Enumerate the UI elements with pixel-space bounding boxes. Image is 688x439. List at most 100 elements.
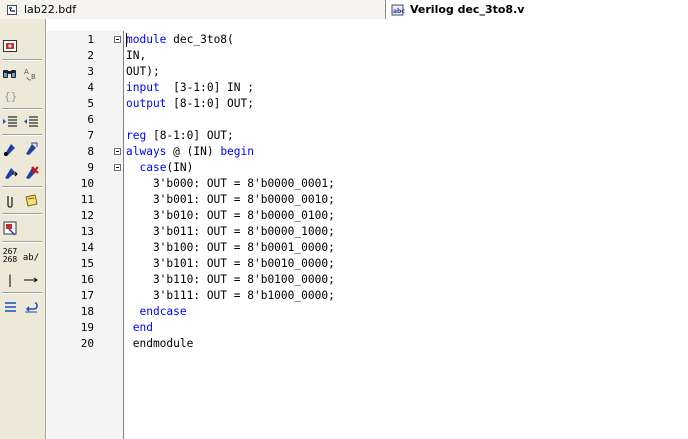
code-token: dec_3to8( bbox=[166, 33, 234, 46]
find-replace-icon[interactable]: A B bbox=[21, 63, 41, 83]
code-line[interactable]: 3'b110: OUT = 8'b0100_0000; bbox=[126, 272, 335, 288]
code-token: 3'b001: OUT = 8'b0000_0010; bbox=[126, 193, 335, 206]
code-token: IN, bbox=[126, 49, 147, 62]
code-token: 3'b010: OUT = 8'b0000_0100; bbox=[126, 209, 335, 222]
code-line[interactable]: input [3-1:0] IN ; bbox=[126, 80, 254, 96]
svg-text:abc: abc bbox=[393, 8, 405, 15]
vertical-bar-icon[interactable]: | bbox=[0, 270, 20, 290]
line-number: 17 bbox=[80, 289, 94, 302]
code-token: 3'b101: OUT = 8'b0010_0000; bbox=[126, 257, 335, 270]
unindent-icon[interactable] bbox=[21, 112, 41, 132]
line-number: 10 bbox=[80, 177, 94, 190]
code-token: [8-1:0] OUT; bbox=[166, 97, 254, 110]
undo-line-icon[interactable] bbox=[21, 297, 41, 317]
tab-lab22-bdf[interactable]: lab22.bdf bbox=[0, 0, 386, 19]
code-token: [8-1:0] OUT; bbox=[146, 129, 234, 142]
code-line[interactable]: case(IN) bbox=[126, 160, 193, 176]
tab-verilog-dec-3to8[interactable]: abc Verilog dec_3to8.v bbox=[386, 0, 688, 19]
code-line[interactable]: 3'b011: OUT = 8'b0000_1000; bbox=[126, 224, 335, 240]
svg-text:A: A bbox=[24, 68, 29, 76]
indent-icon[interactable] bbox=[0, 112, 20, 132]
line-number: 12 bbox=[80, 209, 94, 222]
line-number: 19 bbox=[80, 321, 94, 334]
line-number: 7 bbox=[87, 129, 94, 142]
code-line[interactable]: endmodule bbox=[126, 336, 194, 352]
text-editor-toolbar: A B {} 267 268 ab/ | bbox=[0, 19, 46, 439]
braces-icon[interactable]: {} bbox=[0, 86, 20, 106]
keyword-token: case bbox=[139, 161, 167, 174]
code-line[interactable]: OUT); bbox=[126, 64, 160, 80]
keyword-token: end bbox=[132, 321, 153, 334]
code-line[interactable]: always @ (IN) begin bbox=[126, 144, 254, 160]
code-token: @ (IN) bbox=[166, 145, 221, 158]
code-line[interactable]: 3'b111: OUT = 8'b1000_0000; bbox=[126, 288, 335, 304]
document-tab-bar: lab22.bdf abc Verilog dec_3to8.v bbox=[0, 0, 688, 19]
line-number: 3 bbox=[87, 65, 94, 78]
bookmark-icon[interactable] bbox=[0, 139, 20, 159]
insert-template-icon[interactable] bbox=[0, 218, 20, 238]
line-number: 20 bbox=[80, 337, 94, 350]
line-number: 6 bbox=[87, 113, 94, 126]
code-token: 3'b011: OUT = 8'b0000_1000; bbox=[126, 225, 335, 238]
arrow-right-icon[interactable] bbox=[21, 270, 41, 290]
code-line[interactable]: 3'b010: OUT = 8'b0000_0100; bbox=[126, 208, 335, 224]
tab-label: lab22.bdf bbox=[24, 3, 77, 16]
line-number: 4 bbox=[87, 81, 94, 94]
line-number: 8 bbox=[87, 145, 94, 158]
insert-block-icon[interactable] bbox=[0, 36, 20, 56]
svg-text:B: B bbox=[31, 73, 36, 81]
note-icon[interactable] bbox=[21, 191, 41, 211]
delete-bookmark-icon[interactable] bbox=[21, 163, 41, 183]
fold-toggle-icon[interactable] bbox=[114, 148, 121, 155]
code-token: 3'b111: OUT = 8'b1000_0000; bbox=[126, 289, 335, 302]
code-line[interactable]: reg [8-1:0] OUT; bbox=[126, 128, 234, 144]
list-icon[interactable] bbox=[0, 297, 20, 317]
fold-margin bbox=[112, 31, 124, 439]
fold-toggle-icon[interactable] bbox=[114, 164, 121, 171]
line-number: 14 bbox=[80, 241, 94, 254]
keyword-token: always bbox=[126, 145, 167, 158]
code-line[interactable]: IN, bbox=[126, 48, 146, 64]
code-token: OUT); bbox=[126, 65, 160, 78]
code-token: 3'b000: OUT = 8'b0000_0001; bbox=[126, 177, 335, 190]
svg-text:{}: {} bbox=[4, 90, 17, 103]
keyword-token: output bbox=[126, 97, 167, 110]
code-line[interactable]: module dec_3to8( bbox=[126, 32, 234, 48]
line-number: 11 bbox=[80, 193, 94, 206]
line-numbers-icon[interactable]: 267 268 bbox=[0, 246, 20, 266]
code-token: 3'b100: OUT = 8'b0001_0000; bbox=[126, 241, 335, 254]
line-number: 2 bbox=[87, 49, 94, 62]
code-token: [3-1:0] IN ; bbox=[159, 81, 254, 94]
code-line[interactable]: endcase bbox=[126, 304, 187, 320]
keyword-token: begin bbox=[220, 145, 254, 158]
code-line[interactable]: end bbox=[126, 320, 153, 336]
find-icon[interactable] bbox=[0, 63, 20, 83]
code-line[interactable]: 3'b101: OUT = 8'b0010_0000; bbox=[126, 256, 335, 272]
line-number: 5 bbox=[87, 97, 94, 110]
keyword-token: module bbox=[126, 33, 167, 46]
goto-bookmark-icon[interactable] bbox=[0, 163, 20, 183]
code-line[interactable]: output [8-1:0] OUT; bbox=[126, 96, 254, 112]
fold-toggle-icon[interactable] bbox=[114, 36, 121, 43]
line-number: 13 bbox=[80, 225, 94, 238]
code-line[interactable]: 3'b000: OUT = 8'b0000_0001; bbox=[126, 176, 335, 192]
code-line[interactable]: 3'b100: OUT = 8'b0001_0000; bbox=[126, 240, 335, 256]
quartus-text-editor-window: lab22.bdf abc Verilog dec_3to8.v A B {} … bbox=[0, 0, 688, 439]
line-number: 16 bbox=[80, 273, 94, 286]
line-number: 18 bbox=[80, 305, 94, 318]
bdf-file-icon bbox=[5, 3, 19, 17]
line-number: 9 bbox=[87, 161, 94, 174]
tab-label: Verilog dec_3to8.v bbox=[410, 3, 525, 16]
attach-icon[interactable] bbox=[0, 191, 20, 211]
keyword-token: endcase bbox=[139, 305, 187, 318]
code-line[interactable]: 3'b001: OUT = 8'b0000_0010; bbox=[126, 192, 335, 208]
text-caret bbox=[126, 33, 127, 47]
clear-bookmark-icon[interactable] bbox=[21, 139, 41, 159]
code-token: (IN) bbox=[166, 161, 194, 174]
keyword-token: input bbox=[126, 81, 160, 94]
line-number: 1 bbox=[87, 33, 94, 46]
ab-icon[interactable]: ab/ bbox=[21, 248, 41, 268]
